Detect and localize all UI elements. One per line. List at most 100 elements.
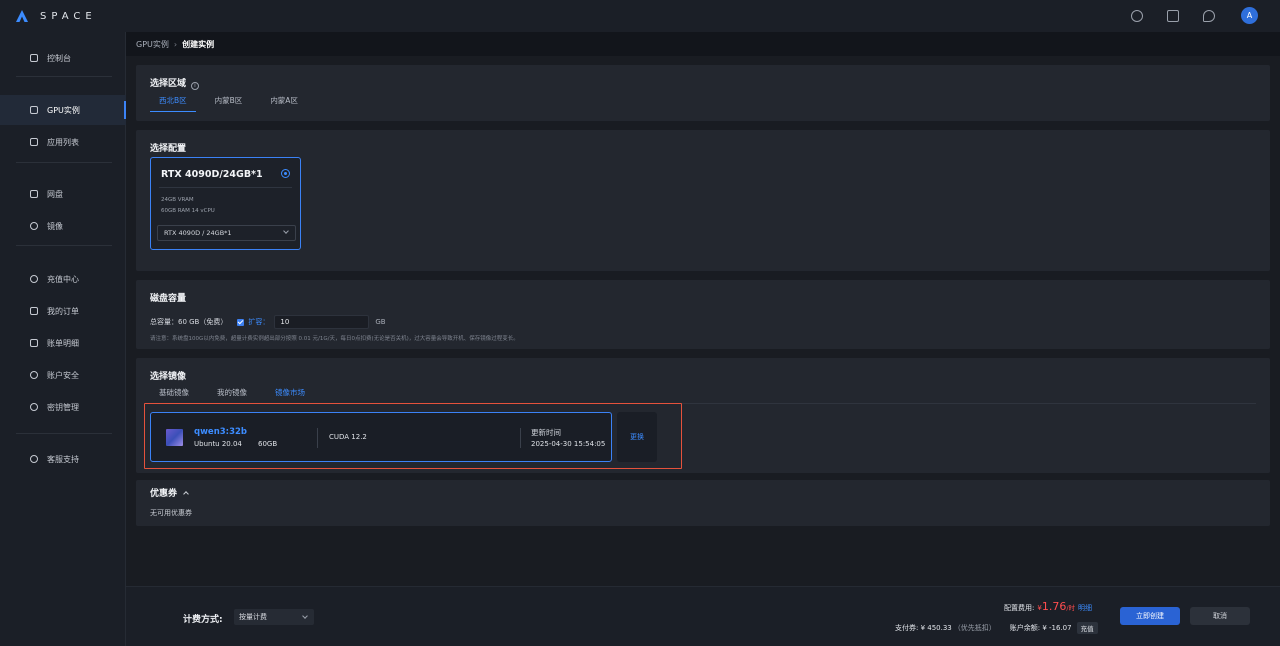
region-tabs: 西北B区 内蒙B区 内蒙A区 bbox=[150, 94, 317, 112]
tab-region-nm-b[interactable]: 内蒙B区 bbox=[206, 94, 252, 112]
sidebar-item-image[interactable]: 镜像 bbox=[0, 211, 126, 241]
breadcrumb: GPU实例 › 创建实例 bbox=[126, 32, 1280, 56]
document-icon[interactable] bbox=[1167, 9, 1179, 22]
recharge-button[interactable]: 充值 bbox=[1076, 622, 1098, 634]
gpu-name: RTX 4090D/24GB*1 bbox=[161, 169, 263, 180]
cube-icon bbox=[30, 138, 38, 146]
sidebar-divider bbox=[16, 245, 112, 246]
logo-text: SPACE bbox=[40, 10, 97, 22]
footer-bar: 计费方式: 按量计费 配置费用: ¥ 1.76 /时 明细 支付券: ¥ 450… bbox=[126, 586, 1280, 646]
tab-image-market[interactable]: 镜像市场 bbox=[266, 386, 314, 404]
gpu-option-card[interactable]: RTX 4090D/24GB*1 24GB VRAM 60GB RAM 14 v… bbox=[150, 157, 301, 250]
sidebar-item-support[interactable]: 客服支持 bbox=[0, 444, 126, 474]
coin-icon bbox=[30, 275, 38, 283]
change-image-button[interactable]: 更换 bbox=[617, 412, 657, 462]
breadcrumb-current: 创建实例 bbox=[182, 39, 215, 49]
voucher-note: （优先抵扣） bbox=[953, 624, 996, 632]
disk-card: 磁盘容量 总容量：60 GB（免费） 扩容： 10 GB 请注意：系统盘100G… bbox=[136, 280, 1270, 349]
account-balance: 账户余额: ¥ -16.07 bbox=[1009, 624, 1072, 632]
divider bbox=[317, 428, 318, 448]
divider bbox=[159, 187, 292, 188]
expand-checkbox[interactable] bbox=[237, 318, 245, 326]
chevron-down-icon bbox=[283, 228, 289, 234]
gpu-ram-cpu: 60GB RAM 14 vCPU bbox=[161, 208, 215, 214]
disk-row: 总容量：60 GB（免费） 扩容： 10 GB bbox=[150, 315, 386, 329]
sidebar-item-recharge[interactable]: 充值中心 bbox=[0, 264, 126, 294]
sidebar-item-console[interactable]: 控制台 bbox=[0, 43, 126, 73]
disc-icon bbox=[30, 222, 38, 230]
avatar[interactable]: A bbox=[1241, 7, 1258, 24]
expand-label: 扩容： bbox=[248, 318, 270, 326]
sidebar-item-label: 我的订单 bbox=[47, 306, 79, 316]
tab-region-nm-a[interactable]: 内蒙A区 bbox=[261, 94, 307, 112]
sidebar-item-billing[interactable]: 账单明细 bbox=[0, 328, 126, 358]
fee-label: 配置费用: bbox=[1004, 604, 1035, 612]
home-icon bbox=[30, 54, 38, 62]
tab-region-nw-b[interactable]: 西北B区 bbox=[150, 94, 196, 112]
billing-select[interactable]: 按量计费 bbox=[234, 609, 314, 625]
sidebar-item-label: 充值中心 bbox=[47, 274, 79, 284]
gpu-radio[interactable] bbox=[281, 169, 290, 178]
billing-label: 计费方式: bbox=[183, 615, 223, 625]
fee-value: 1.76 bbox=[1041, 600, 1067, 613]
sidebar-item-app-list[interactable]: 应用列表 bbox=[0, 127, 126, 157]
info-icon[interactable]: i bbox=[191, 82, 200, 90]
sidebar-item-orders[interactable]: 我的订单 bbox=[0, 296, 126, 326]
fee-detail-link[interactable]: 明细 bbox=[1078, 603, 1092, 613]
sidebar-item-label: 镜像 bbox=[47, 221, 63, 231]
config-fee: 配置费用: ¥ 1.76 /时 明细 bbox=[1004, 600, 1092, 613]
tab-base-image[interactable]: 基础镜像 bbox=[150, 386, 198, 404]
shield-icon bbox=[30, 371, 38, 379]
sidebar-item-keys[interactable]: 密钥管理 bbox=[0, 392, 126, 422]
create-button[interactable]: 立即创建 bbox=[1120, 607, 1180, 625]
sidebar-item-label: 客服支持 bbox=[47, 454, 79, 464]
region-title: 选择区域 i bbox=[150, 76, 200, 90]
sidebar-divider bbox=[16, 433, 112, 434]
image-time-label: 更新时间 bbox=[531, 428, 561, 437]
coupon-title[interactable]: 优惠券 bbox=[150, 486, 189, 499]
support-icon bbox=[30, 455, 38, 463]
config-card: 选择配置 RTX 4090D/24GB*1 24GB VRAM 60GB RAM… bbox=[136, 130, 1270, 271]
sidebar-item-storage[interactable]: 网盘 bbox=[0, 179, 126, 209]
gpu-select-value: RTX 4090D / 24GB*1 bbox=[164, 229, 232, 237]
fee-unit: /时 bbox=[1066, 604, 1076, 612]
tab-my-image[interactable]: 我的镜像 bbox=[208, 386, 256, 404]
image-cuda: CUDA 12.2 bbox=[329, 433, 367, 441]
coupon-empty-text: 无可用优惠券 bbox=[150, 509, 192, 517]
help-icon[interactable] bbox=[1131, 9, 1143, 22]
divider bbox=[520, 428, 521, 448]
selected-image-card[interactable]: qwen3:32b Ubuntu 20.04 60GB CUDA 12.2 更新… bbox=[150, 412, 612, 462]
expand-input[interactable]: 10 bbox=[274, 315, 370, 329]
coupon-card: 优惠券 无可用优惠券 bbox=[136, 480, 1270, 526]
breadcrumb-separator: › bbox=[173, 39, 178, 49]
gpu-icon bbox=[30, 106, 38, 114]
disk-title: 磁盘容量 bbox=[150, 294, 187, 304]
sidebar-item-label: 网盘 bbox=[47, 189, 63, 199]
top-bar: SPACE A bbox=[0, 0, 1280, 32]
bill-icon bbox=[30, 339, 38, 347]
billing-select-value: 按量计费 bbox=[239, 613, 267, 621]
sidebar-item-gpu-instance[interactable]: GPU实例 bbox=[0, 95, 126, 125]
sidebar-item-security[interactable]: 账户安全 bbox=[0, 360, 126, 390]
image-time: 2025-04-30 15:54:05 bbox=[531, 440, 606, 448]
gpu-select[interactable]: RTX 4090D / 24GB*1 bbox=[157, 225, 296, 241]
image-name: qwen3:32b bbox=[194, 427, 247, 437]
message-icon[interactable] bbox=[1203, 9, 1215, 22]
sidebar-divider bbox=[16, 162, 112, 163]
sidebar-item-label: 控制台 bbox=[47, 53, 71, 63]
disk-total: 总容量：60 GB（免费） bbox=[150, 318, 228, 326]
image-title: 选择镜像 bbox=[150, 372, 187, 382]
chevron-up-icon bbox=[183, 491, 189, 497]
sidebar: 控制台 GPU实例 应用列表 网盘 镜像 充值中心 我的订单 账单明细 账户安全… bbox=[0, 32, 126, 646]
main-content: 选择区域 i 西北B区 内蒙B区 内蒙A区 选择配置 RTX 4090D/24GB… bbox=[126, 56, 1280, 586]
chevron-down-icon bbox=[302, 613, 308, 619]
image-card: 选择镜像 基础镜像 我的镜像 镜像市场 qwen3:32b Ubuntu 20.… bbox=[136, 358, 1270, 473]
drive-icon bbox=[30, 190, 38, 198]
logo[interactable]: SPACE bbox=[15, 9, 97, 23]
sidebar-item-label: 账户安全 bbox=[47, 370, 79, 380]
config-title: 选择配置 bbox=[150, 144, 187, 154]
image-size: 60GB bbox=[258, 440, 278, 448]
disk-unit: GB bbox=[375, 318, 386, 326]
breadcrumb-parent[interactable]: GPU实例 bbox=[136, 39, 169, 50]
cancel-button[interactable]: 取消 bbox=[1190, 607, 1250, 625]
